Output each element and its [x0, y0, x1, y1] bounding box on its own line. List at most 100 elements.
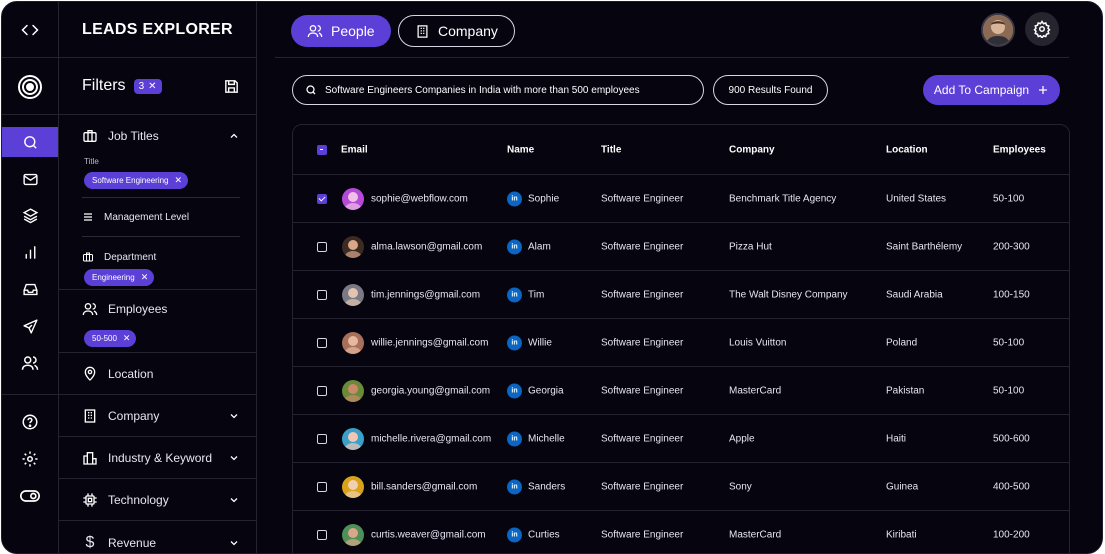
table-row[interactable]: willie.jennings@gmail.com in Willie Softwar… — [293, 319, 1069, 367]
header-title[interactable]: Title — [601, 144, 621, 155]
management-level-filter[interactable]: Management Level — [59, 198, 256, 236]
email-cell[interactable]: michelle.rivera@gmail.com — [371, 433, 491, 444]
row-checkbox[interactable] — [317, 193, 327, 204]
employees-filter-chip[interactable]: 50-500 ✕ — [84, 330, 137, 347]
rail-users-button[interactable] — [2, 348, 58, 378]
rail-settings-button[interactable] — [2, 444, 58, 474]
rail-analytics-button[interactable] — [2, 237, 58, 267]
chevron-down-icon — [230, 498, 238, 503]
location-cell: Poland — [886, 337, 918, 348]
job-titles-header[interactable]: Job Titles — [59, 115, 256, 157]
job-titles-label: Job Titles — [108, 129, 159, 143]
chip-icon — [83, 493, 97, 507]
header-location[interactable]: Location — [886, 144, 928, 155]
row-checkbox[interactable] — [317, 433, 327, 444]
building-icon — [417, 24, 428, 38]
employees-header[interactable]: Employees — [59, 290, 256, 328]
table-row[interactable]: bill.sanders@gmail.com in Sanders Software … — [293, 463, 1069, 511]
rail-inbox-button[interactable] — [2, 274, 58, 304]
name-cell[interactable]: in Willie — [507, 335, 552, 350]
industry-filter[interactable]: Industry & Keyword — [59, 437, 256, 479]
company-cell: The Walt Disney Company — [729, 289, 848, 300]
employees-section: Employees 50-500 ✕ — [59, 290, 256, 353]
company-filter[interactable]: Company — [59, 395, 256, 437]
name-cell[interactable]: in Sanders — [507, 479, 565, 494]
close-icon[interactable]: ✕ — [141, 272, 149, 283]
linkedin-icon[interactable]: in — [507, 479, 522, 494]
gear-icon — [1033, 20, 1051, 38]
name-cell[interactable]: in Sophie — [507, 191, 559, 206]
location-filter[interactable]: Location — [59, 353, 256, 395]
email-cell[interactable]: curtis.weaver@gmail.com — [371, 529, 486, 540]
email-cell[interactable]: willie.jennings@gmail.com — [371, 337, 488, 348]
user-avatar[interactable] — [981, 13, 1015, 47]
row-checkbox[interactable] — [317, 289, 327, 300]
row-checkbox[interactable] — [317, 337, 327, 348]
employees-cell: 500-600 — [993, 433, 1030, 444]
table-row[interactable]: georgia.young@gmail.com in Georgia Software… — [293, 367, 1069, 415]
table-row[interactable]: tim.jennings@gmail.com in Tim Software Engi… — [293, 271, 1069, 319]
rail-help-button[interactable] — [2, 407, 58, 437]
email-cell[interactable]: georgia.young@gmail.com — [371, 385, 490, 396]
filter-count-badge[interactable]: 3 ✕ — [133, 78, 162, 94]
table-row[interactable]: curtis.weaver@gmail.com in Curties Software… — [293, 511, 1069, 553]
location-cell: Guinea — [886, 481, 919, 492]
settings-button[interactable] — [1025, 12, 1059, 46]
linkedin-icon[interactable]: in — [507, 335, 522, 350]
tab-people[interactable]: People — [291, 15, 391, 47]
row-checkbox[interactable] — [317, 481, 327, 492]
row-checkbox[interactable] — [317, 241, 327, 252]
search-input[interactable] — [325, 84, 685, 96]
linkedin-icon[interactable]: in — [507, 527, 522, 542]
avatar — [342, 331, 364, 354]
search-bar[interactable] — [292, 75, 704, 105]
rail-toggle-button[interactable] — [2, 481, 58, 511]
rail-search-button[interactable] — [2, 127, 58, 157]
header-employees[interactable]: Employees — [993, 144, 1046, 155]
revenue-filter[interactable]: $ Revenue — [59, 521, 256, 553]
name-cell[interactable]: in Curties — [507, 527, 560, 542]
header-company[interactable]: Company — [729, 144, 775, 155]
title-filter-chip[interactable]: Software Engineering ✕ — [84, 172, 189, 189]
linkedin-icon[interactable]: in — [507, 287, 522, 302]
table-row[interactable]: michelle.rivera@gmail.com in Michelle Softw… — [293, 415, 1069, 463]
select-all-checkbox[interactable] — [317, 144, 327, 155]
chevron-down-icon — [230, 456, 238, 461]
row-checkbox[interactable] — [317, 529, 327, 540]
linkedin-icon[interactable]: in — [507, 383, 522, 398]
rail-send-button[interactable] — [2, 311, 58, 341]
add-to-campaign-button[interactable]: Add To Campaign — [923, 75, 1060, 105]
department-filter-chip[interactable]: Engineering ✕ — [84, 269, 155, 286]
linkedin-icon[interactable]: in — [507, 239, 522, 254]
linkedin-icon[interactable]: in — [507, 431, 522, 446]
row-checkbox[interactable] — [317, 385, 327, 396]
header-email[interactable]: Email — [341, 144, 368, 155]
table-row[interactable]: alma.lawson@gmail.com in Alam Software Engi… — [293, 223, 1069, 271]
help-icon — [22, 414, 38, 430]
table-row[interactable]: sophie@webflow.com in Sophie Software Engin… — [293, 175, 1069, 223]
close-icon[interactable]: ✕ — [175, 175, 183, 186]
table-header: Email Name Title Company Location Employ… — [293, 125, 1069, 175]
name-cell[interactable]: in Tim — [507, 287, 544, 302]
name-cell[interactable]: in Georgia — [507, 383, 564, 398]
email-cell[interactable]: sophie@webflow.com — [371, 193, 468, 204]
tab-company[interactable]: Company — [398, 15, 515, 47]
app-window: LEADS EXPLORER Filters 3 ✕ Job Titles Tit… — [1, 1, 1103, 554]
linkedin-icon[interactable]: in — [507, 191, 522, 206]
app-title: LEADS EXPLORER — [59, 2, 256, 58]
close-icon[interactable]: ✕ — [123, 333, 131, 344]
users-icon — [82, 303, 98, 316]
code-toggle-button[interactable] — [2, 2, 58, 58]
email-cell[interactable]: alma.lawson@gmail.com — [371, 241, 482, 252]
save-filters-button[interactable] — [223, 78, 240, 95]
email-cell[interactable]: bill.sanders@gmail.com — [371, 481, 477, 492]
rail-mail-button[interactable] — [2, 164, 58, 194]
technology-filter[interactable]: Technology — [59, 479, 256, 521]
title-cell: Software Engineer — [601, 529, 684, 540]
name-cell[interactable]: in Alam — [507, 239, 551, 254]
rail-layers-button[interactable] — [2, 200, 58, 230]
header-name[interactable]: Name — [507, 144, 534, 155]
email-cell[interactable]: tim.jennings@gmail.com — [371, 289, 480, 300]
company-cell: MasterCard — [729, 385, 782, 396]
name-cell[interactable]: in Michelle — [507, 431, 565, 446]
